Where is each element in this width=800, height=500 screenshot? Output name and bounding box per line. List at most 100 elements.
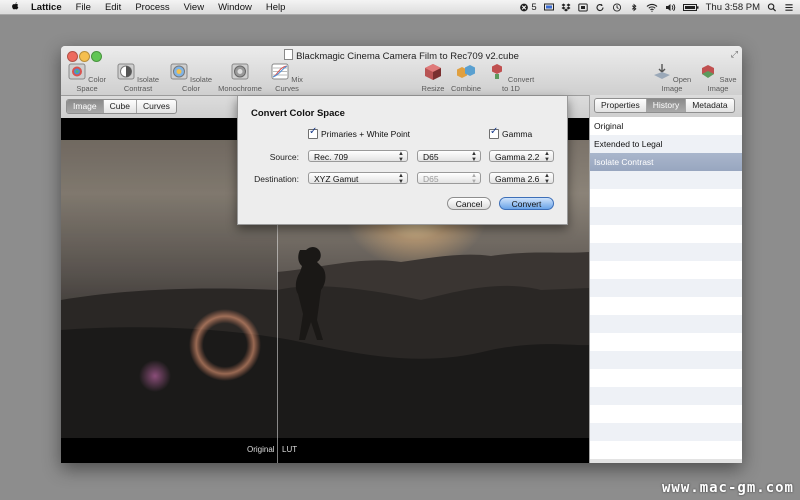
popup-arrows-icon: ▲ ▼ — [544, 151, 550, 163]
menu-bar: Lattice File Edit Process View Window He… — [0, 0, 800, 15]
watermark: www.mac-gm.com — [661, 480, 794, 496]
open-image-icon — [653, 64, 670, 79]
toolbar-resize-button[interactable]: Resize — [418, 63, 448, 93]
tab-cube[interactable]: Cube — [104, 100, 137, 113]
checkbox-checked[interactable] — [308, 126, 318, 139]
menu-view[interactable]: View — [177, 2, 211, 13]
source-label: Source: — [269, 152, 299, 162]
empty-row — [590, 243, 742, 261]
original-label: Original — [247, 445, 275, 454]
menu-help[interactable]: Help — [259, 2, 293, 13]
toolbar-convert-to-1d-button[interactable]: Convert to 1D — [485, 63, 537, 93]
convert-color-space-sheet: Convert Color Space Primaries + White Po… — [237, 96, 568, 225]
popup-arrows-icon: ▲ ▼ — [471, 151, 477, 163]
source-white-point-popup[interactable]: D65 ▲ ▼ — [417, 150, 481, 163]
time-machine-icon[interactable] — [612, 2, 622, 12]
tab-metadata[interactable]: Metadata — [686, 99, 733, 112]
view-segmented-control: Image Cube Curves — [66, 99, 177, 114]
spotlight-search-icon[interactable] — [767, 2, 777, 12]
empty-row — [590, 297, 742, 315]
toolbar-save-image-button[interactable]: Save Image — [696, 63, 740, 93]
mix-curves-icon — [271, 63, 289, 80]
toolbar-combine-button[interactable]: Combine — [449, 63, 483, 93]
bluetooth-icon[interactable] — [629, 3, 639, 12]
source-gamma-popup[interactable]: Gamma 2.2 ▲ ▼ — [489, 150, 554, 163]
destination-white-point-popup: D65 ▲ ▼ — [417, 172, 481, 185]
primaries-checkbox[interactable]: Primaries + White Point — [308, 126, 410, 139]
popup-arrows-icon: ▲ ▼ — [398, 173, 404, 185]
source-primaries-popup[interactable]: Rec. 709 ▲ ▼ — [308, 150, 408, 163]
menu-window[interactable]: Window — [211, 2, 259, 13]
menu-process[interactable]: Process — [128, 2, 176, 13]
panel-tab-bar: Properties History Metadata — [590, 95, 742, 118]
combine-icon — [457, 65, 475, 78]
wifi-icon[interactable] — [646, 3, 658, 12]
history-item[interactable]: Original — [590, 117, 742, 135]
battery-icon[interactable] — [682, 3, 699, 12]
convert-1d-icon — [491, 64, 502, 79]
popup-value: D65 — [423, 174, 439, 184]
box-sync-icon[interactable] — [577, 3, 588, 12]
tab-properties[interactable]: Properties — [595, 99, 647, 112]
apple-icon[interactable] — [6, 1, 24, 14]
popup-value: Rec. 709 — [314, 152, 349, 162]
fullscreen-icon[interactable]: ⤢ — [731, 49, 738, 60]
menu-file[interactable]: File — [69, 2, 98, 13]
toolbar-color-space-button[interactable]: Color Space — [66, 63, 108, 93]
status-count: 5 — [531, 1, 537, 13]
empty-row — [590, 333, 742, 351]
toolbar-isolate-color-button[interactable]: Isolate Color — [168, 63, 214, 93]
toolbar-label: Resize — [421, 84, 445, 93]
toolbar-label: Monochrome — [218, 84, 262, 93]
history-item-selected[interactable]: Isolate Contrast — [590, 153, 742, 171]
checkbox-checked[interactable] — [489, 126, 499, 139]
toolbar-isolate-contrast-button[interactable]: Isolate Contrast — [111, 63, 165, 93]
popup-value: Gamma 2.6 — [495, 174, 540, 184]
empty-row — [590, 207, 742, 225]
panel-segmented-control: Properties History Metadata — [594, 98, 735, 113]
isolate-contrast-icon — [117, 63, 135, 80]
history-list: Original Extended to Legal Isolate Contr… — [590, 117, 742, 459]
dropbox-icon[interactable] — [561, 3, 571, 12]
window-title-text: Blackmagic Cinema Camera Film to Rec709 … — [296, 51, 519, 62]
empty-row — [590, 171, 742, 189]
popup-value: XYZ Gamut — [314, 174, 359, 184]
destination-label: Destination: — [254, 174, 299, 184]
status-item-icon[interactable]: 5 — [519, 1, 537, 13]
empty-row — [590, 279, 742, 297]
save-image-icon — [702, 65, 715, 78]
notification-center-icon[interactable] — [784, 3, 794, 12]
destination-primaries-popup[interactable]: XYZ Gamut ▲ ▼ — [308, 172, 408, 185]
convert-button[interactable]: Convert — [499, 197, 554, 210]
history-item[interactable]: Extended to Legal — [590, 135, 742, 153]
display-icon[interactable] — [543, 3, 554, 12]
document-icon — [284, 49, 294, 60]
isolate-color-icon — [170, 63, 188, 80]
gamma-checkbox[interactable]: Gamma — [489, 126, 533, 139]
toolbar-monochrome-button[interactable]: Monochrome — [217, 63, 263, 93]
popup-arrows-icon: ▲ ▼ — [471, 173, 477, 185]
tab-image[interactable]: Image — [67, 100, 104, 113]
side-panel: Properties History Metadata Original Ext… — [589, 95, 742, 463]
popup-arrows-icon: ▲ ▼ — [544, 173, 550, 185]
menu-edit[interactable]: Edit — [98, 2, 128, 13]
empty-row — [590, 405, 742, 423]
volume-icon[interactable] — [665, 3, 676, 12]
toolbar-mix-curves-button[interactable]: Mix Curves — [266, 63, 308, 93]
window-titlebar: Blackmagic Cinema Camera Film to Rec709 … — [61, 46, 742, 96]
resize-icon — [425, 64, 441, 80]
sync-icon[interactable] — [595, 3, 605, 12]
empty-row — [590, 315, 742, 333]
destination-gamma-popup[interactable]: Gamma 2.6 ▲ ▼ — [489, 172, 554, 185]
empty-row — [590, 369, 742, 387]
menu-lattice[interactable]: Lattice — [24, 2, 69, 13]
cancel-button[interactable]: Cancel — [447, 197, 491, 210]
menubar-clock[interactable]: Thu 3:58 PM — [706, 2, 760, 13]
toolbar-open-image-button[interactable]: Open Image — [650, 63, 694, 93]
toolbar-label: Combine — [450, 84, 481, 93]
empty-row — [590, 387, 742, 405]
gamma-label: Gamma — [502, 129, 533, 139]
tab-history[interactable]: History — [646, 99, 687, 112]
tab-curves[interactable]: Curves — [137, 100, 176, 113]
window-title: Blackmagic Cinema Camera Film to Rec709 … — [61, 49, 742, 62]
